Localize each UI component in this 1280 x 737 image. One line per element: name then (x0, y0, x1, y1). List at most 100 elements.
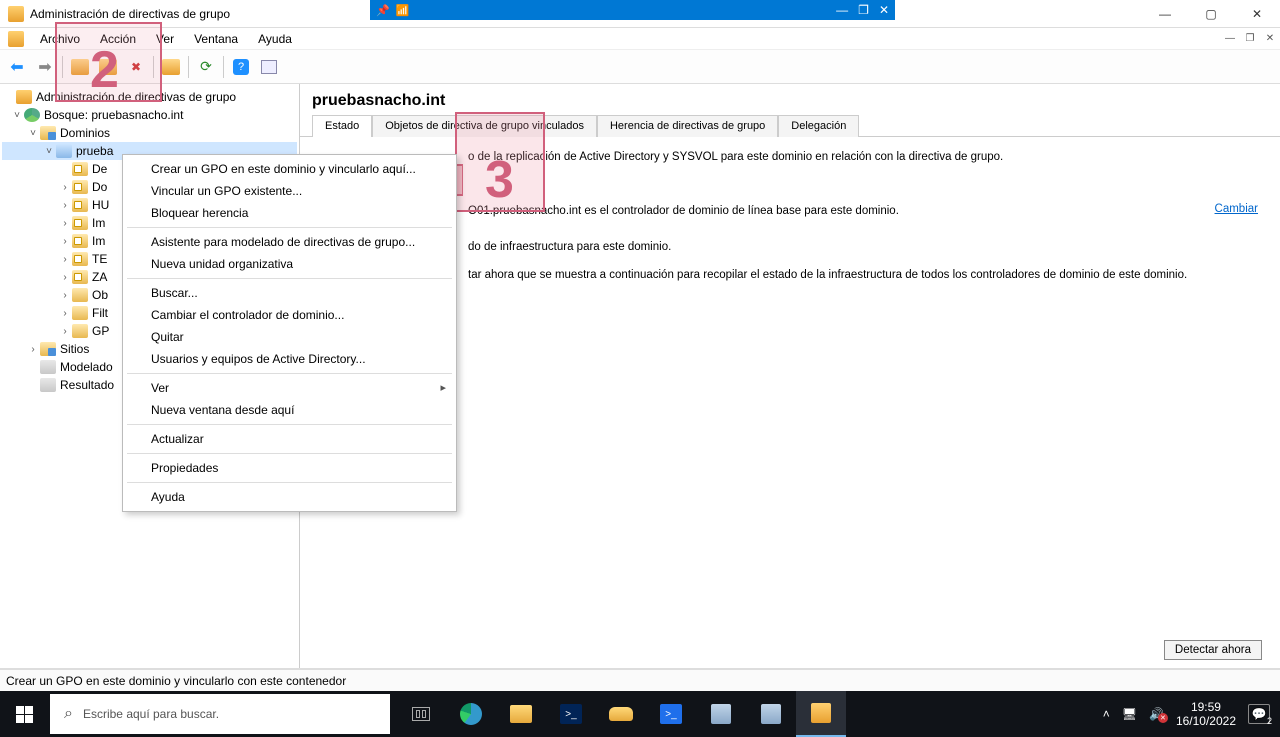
tree-label: ZA (91, 270, 107, 284)
ctx-crear-gpo[interactable]: Crear un GPO en este dominio y vincularl… (123, 158, 456, 180)
taskbar-servermanager[interactable] (696, 691, 746, 737)
tab-objetos[interactable]: Objetos de directiva de grupo vinculados (372, 115, 597, 137)
minimize-button[interactable]: — (1142, 0, 1188, 28)
remote-minimize-button[interactable]: — (836, 3, 848, 17)
notification-center[interactable]: 💬 2 (1248, 704, 1270, 724)
filter-icon (162, 59, 180, 75)
taskbar-search[interactable]: ⌕ Escribe aquí para buscar. (50, 694, 390, 734)
ctx-ayuda[interactable]: Ayuda (123, 486, 456, 508)
ctx-ver[interactable]: Ver (123, 377, 456, 399)
mdi-close-button[interactable]: ✕ (1260, 30, 1280, 48)
tree-root[interactable]: Administración de directivas de grupo (2, 88, 297, 106)
toolbar: ⬅ ➡ ✖ ⟳ ? (0, 50, 1280, 84)
server-icon (761, 704, 781, 724)
search-placeholder: Escribe aquí para buscar. (83, 707, 219, 721)
properties-button[interactable] (95, 54, 121, 80)
tree-label: De (91, 162, 107, 176)
tree-label: TE (91, 252, 107, 266)
ctx-buscar[interactable]: Buscar... (123, 282, 456, 304)
toolbar-separator (188, 56, 189, 78)
clock-date: 16/10/2022 (1176, 714, 1236, 728)
remote-close-button[interactable]: ✕ (879, 3, 889, 17)
clock-time: 19:59 (1176, 700, 1236, 714)
tree-label: GP (91, 324, 109, 338)
scope-button[interactable] (256, 54, 282, 80)
forward-button[interactable]: ➡ (32, 54, 58, 80)
tree-label: Do (91, 180, 107, 194)
menu-accion[interactable]: Acción (90, 30, 146, 48)
ctx-quitar[interactable]: Quitar (123, 326, 456, 348)
filter-button[interactable] (158, 54, 184, 80)
tree-forest[interactable]: ˅Bosque: pruebasnacho.int (2, 106, 297, 124)
scope-icon (261, 60, 277, 74)
taskbar-clock[interactable]: 19:59 16/10/2022 (1176, 700, 1236, 728)
taskbar-powershell[interactable]: >_ (546, 691, 596, 737)
menubar: Archivo Acción Ver Ventana Ayuda — ❐ ✕ (0, 28, 1280, 50)
powershell-ise-icon: >_ (660, 704, 682, 724)
tab-estado[interactable]: Estado (312, 115, 372, 137)
up-level-button[interactable] (67, 54, 93, 80)
content-title: pruebasnacho.int (300, 84, 1280, 114)
menu-ver[interactable]: Ver (146, 30, 184, 48)
tray-chevron-icon[interactable]: ˄ (1103, 707, 1110, 721)
mmc-icon (8, 31, 24, 47)
menu-ventana[interactable]: Ventana (184, 30, 248, 48)
ctx-usuarios-ad[interactable]: Usuarios y equipos de Active Directory..… (123, 348, 456, 370)
taskbar-explorer[interactable] (496, 691, 546, 737)
ctx-cambiar-dc[interactable]: Cambiar el controlador de dominio... (123, 304, 456, 326)
tray-volume-icon[interactable]: 🔊✕ (1149, 707, 1164, 721)
cambiar-link[interactable]: Cambiar (1215, 203, 1258, 215)
menu-ayuda[interactable]: Ayuda (248, 30, 302, 48)
ctx-actualizar[interactable]: Actualizar (123, 428, 456, 450)
mdi-minimize-button[interactable]: — (1220, 30, 1240, 48)
delete-icon: ✖ (131, 60, 141, 74)
start-button[interactable] (0, 691, 48, 737)
refresh-button[interactable]: ⟳ (193, 54, 219, 80)
taskbar-powershell-ise[interactable]: >_ (646, 691, 696, 737)
ctx-propiedades[interactable]: Propiedades (123, 457, 456, 479)
tray-display-icon[interactable]: 🖥 (1122, 707, 1137, 721)
search-icon: ⌕ (64, 705, 73, 723)
notification-count: 2 (1267, 716, 1272, 726)
remote-connection-bar: — ❐ ✕ (370, 0, 895, 20)
ctx-nueva-ou[interactable]: Nueva unidad organizativa (123, 253, 456, 275)
server-icon (711, 704, 731, 724)
help-button[interactable]: ? (228, 54, 254, 80)
statusbar-text: Crear un GPO en este dominio y vincularl… (6, 674, 346, 688)
close-button[interactable]: ✕ (1234, 0, 1280, 28)
status-text-3: do de infraestructura para este dominio. (318, 241, 1262, 253)
tree-domains[interactable]: ˅Dominios (2, 124, 297, 142)
windows-logo-icon (16, 706, 33, 723)
remote-restore-button[interactable]: ❐ (858, 3, 869, 17)
status-text-1: o de la replicación de Active Directory … (318, 151, 1262, 163)
mdi-restore-button[interactable]: ❐ (1240, 30, 1260, 48)
ctx-vincular-gpo[interactable]: Vincular un GPO existente... (123, 180, 456, 202)
tree-label: Im (91, 234, 105, 248)
toolbar-separator (62, 56, 63, 78)
tree-label: Bosque: pruebasnacho.int (43, 108, 183, 122)
arrow-right-icon: ➡ (38, 57, 51, 77)
taskbar-toast[interactable] (596, 691, 646, 737)
task-view-button[interactable] (396, 691, 446, 737)
ctx-bloquear-herencia[interactable]: Bloquear herencia (123, 202, 456, 224)
app-icon (8, 6, 24, 22)
statusbar: Crear un GPO en este dominio y vincularl… (0, 669, 1280, 691)
tree-label: prueba (75, 144, 113, 158)
back-button[interactable]: ⬅ (4, 54, 30, 80)
taskbar-gpmc[interactable] (796, 691, 846, 737)
tab-delegacion[interactable]: Delegación (778, 115, 859, 137)
ctx-separator (127, 482, 452, 483)
tab-herencia[interactable]: Herencia de directivas de grupo (597, 115, 778, 137)
delete-button[interactable]: ✖ (123, 54, 149, 80)
menu-archivo[interactable]: Archivo (30, 30, 90, 48)
maximize-button[interactable]: ▢ (1188, 0, 1234, 28)
taskbar-edge[interactable] (446, 691, 496, 737)
ctx-nueva-ventana[interactable]: Nueva ventana desde aquí (123, 399, 456, 421)
gpmc-icon (811, 703, 831, 723)
tree-label: Im (91, 216, 105, 230)
pin-icon[interactable] (376, 3, 390, 17)
toolbar-separator (223, 56, 224, 78)
ctx-asistente-modelado[interactable]: Asistente para modelado de directivas de… (123, 231, 456, 253)
detectar-ahora-button[interactable]: Detectar ahora (1164, 640, 1262, 660)
taskbar-servermanager2[interactable] (746, 691, 796, 737)
